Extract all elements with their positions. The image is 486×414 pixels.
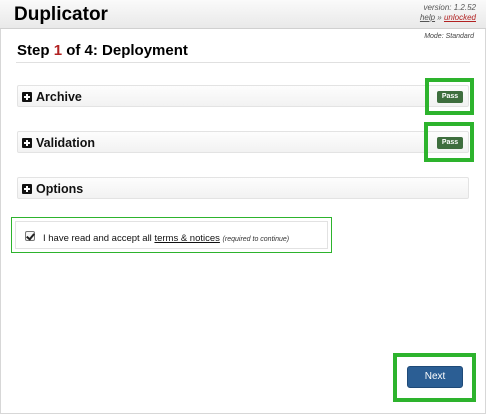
required-note: (required to continue) <box>222 236 290 243</box>
terms-notices-link[interactable]: terms & notices <box>154 233 219 244</box>
validation-section-header[interactable]: Validation Pass <box>17 131 469 153</box>
options-section-header[interactable]: Options <box>17 177 469 199</box>
expand-plus-icon <box>22 184 32 194</box>
title-divider <box>16 62 470 63</box>
link-separator: » <box>435 13 444 22</box>
step-suffix: of 4: Deployment <box>62 42 188 59</box>
validation-section-label: Validation <box>36 136 96 150</box>
accept-terms-text: I have read and accept all terms & notic… <box>43 233 289 244</box>
archive-highlight-box <box>425 78 474 115</box>
expand-plus-icon <box>22 92 32 102</box>
accept-terms-checkbox[interactable] <box>25 231 35 241</box>
step-prefix: Step <box>17 42 54 59</box>
accept-terms-inner: I have read and accept all terms & notic… <box>15 221 328 249</box>
header-bar: Duplicator version: 1.2.52 help » unlock… <box>0 0 486 29</box>
version-text: version: 1.2.52 <box>423 3 476 12</box>
next-button[interactable]: Next <box>407 366 463 388</box>
accept-terms-label: I have read and accept all <box>43 233 155 244</box>
step-number: 1 <box>53 42 63 59</box>
unlocked-link[interactable]: unlocked <box>444 13 476 22</box>
archive-section-label: Archive <box>36 90 82 104</box>
mode-label: Mode: Standard <box>424 33 474 40</box>
version-info: version: 1.2.52 help » unlocked <box>420 3 476 23</box>
help-link[interactable]: help <box>420 13 435 22</box>
expand-plus-icon <box>22 138 32 148</box>
options-section-label: Options <box>36 182 84 196</box>
accept-terms-box: I have read and accept all terms & notic… <box>11 217 332 253</box>
app-title: Duplicator <box>14 4 108 25</box>
archive-section-header[interactable]: Archive Pass <box>17 85 469 107</box>
step-title: Step 1 of 4: Deployment <box>17 42 188 59</box>
validation-highlight-box <box>424 122 474 162</box>
